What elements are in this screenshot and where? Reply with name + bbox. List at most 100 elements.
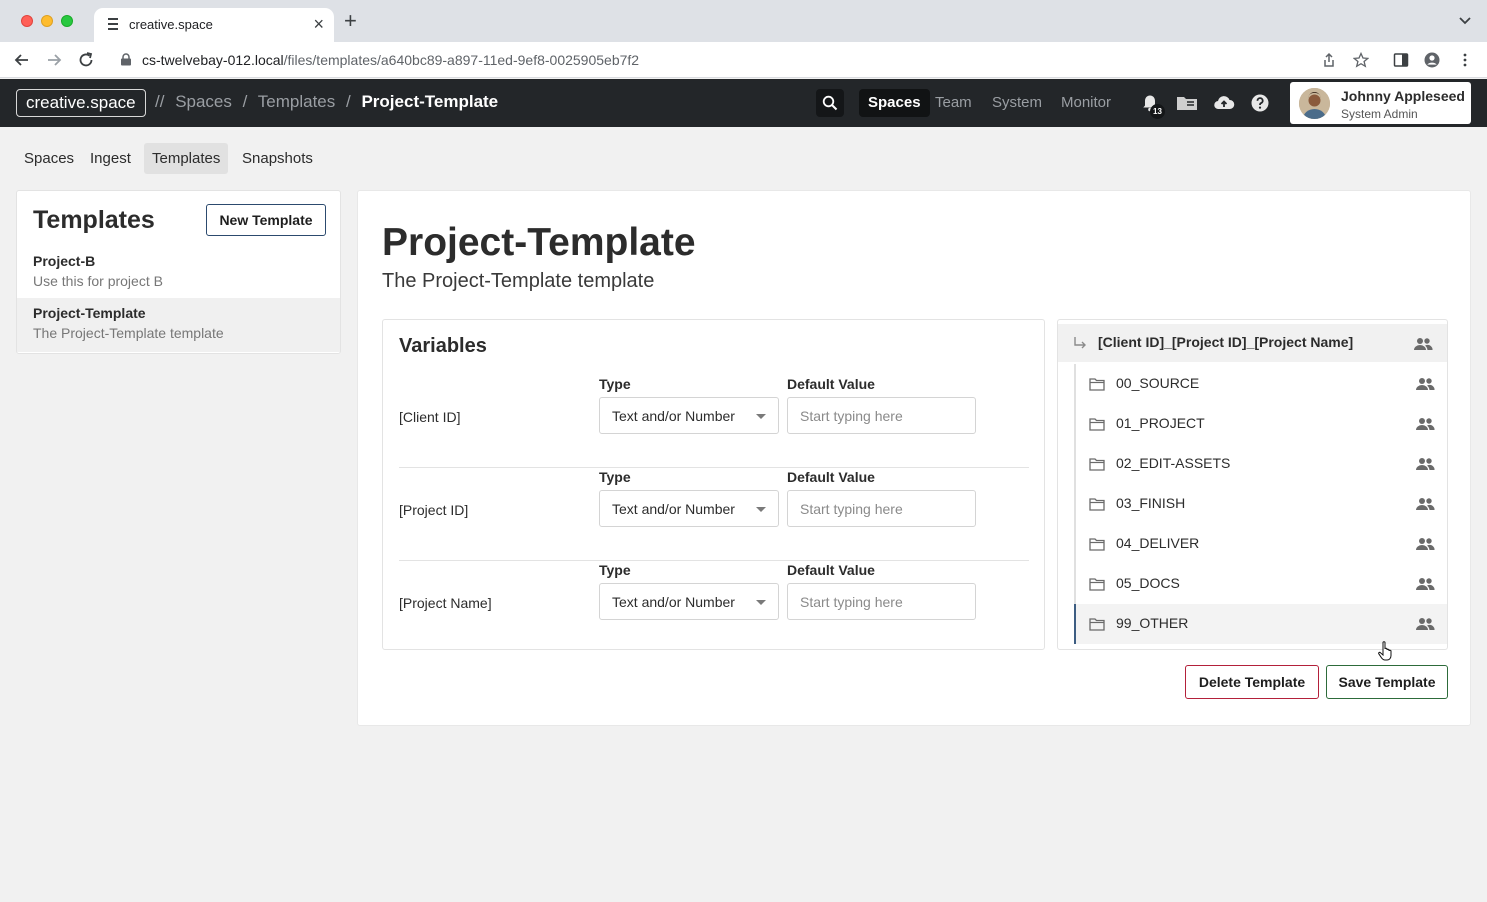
lock-icon[interactable] [120,53,132,66]
variable-name: [Project Name] [399,595,492,611]
tree-folder-item[interactable]: 04_DELIVER [1074,524,1447,564]
templates-sidebar: Templates New Template Project-B Use thi… [16,190,341,354]
browser-tab[interactable]: creative.space × [94,8,334,42]
breadcrumb-spaces[interactable]: Spaces [175,92,232,111]
user-role: System Admin [1341,107,1418,121]
folder-icon [1089,498,1105,511]
breadcrumb-templates[interactable]: Templates [258,92,335,111]
browser-menu-icon[interactable] [1457,52,1473,68]
variable-name: [Client ID] [399,409,461,425]
default-value-input[interactable] [787,490,976,527]
default-value-label: Default Value [787,469,875,485]
tree-folder-item[interactable]: 99_OTHER [1074,604,1447,644]
default-value-label: Default Value [787,562,875,578]
variable-name: [Project ID] [399,502,469,518]
template-name: Project-B [33,253,96,269]
breadcrumb-current: Project-Template [361,92,499,111]
permissions-people-icon[interactable] [1415,537,1435,551]
hand-pointer-cursor-icon [1378,641,1392,661]
folder-icon [1089,618,1105,631]
subnav-spaces[interactable]: Spaces [16,143,82,174]
share-icon[interactable] [1321,52,1337,68]
folder-icon [1089,578,1105,591]
close-window-button[interactable] [21,15,33,27]
permissions-people-icon[interactable] [1415,617,1435,631]
app-logo[interactable]: creative.space [16,89,146,117]
url-path: /files/templates/a640bc89-a897-11ed-9ef8… [283,52,640,68]
user-name: Johnny Appleseed [1341,88,1465,104]
user-menu[interactable]: Johnny Appleseed System Admin [1290,82,1471,124]
breadcrumb-prefix: // [155,92,165,111]
breadcrumb-separator: / [242,92,248,111]
template-item-project-b[interactable]: Project-B Use this for project B [17,246,340,300]
default-value-input[interactable] [787,397,976,434]
permissions-people-icon[interactable] [1415,377,1435,391]
tree-root-item[interactable]: [Client ID]_[Project ID]_[Project Name] [1058,324,1447,362]
permissions-people-icon[interactable] [1415,417,1435,431]
tree-folder-item[interactable]: 01_PROJECT [1074,404,1447,444]
avatar [1299,88,1330,119]
browser-tab-strip: creative.space × + [0,0,1487,42]
url-text[interactable]: cs-twelvebay-012.local/files/templates/a… [142,52,639,68]
tab-title: creative.space [129,17,213,32]
back-icon[interactable] [12,50,32,70]
cloud-upload-icon[interactable] [1213,93,1235,113]
side-panel-icon[interactable] [1393,52,1409,68]
folder-icon [1089,418,1105,431]
caret-down-icon [756,414,766,419]
type-select[interactable]: Text and/or Number [599,490,779,527]
tree-folder-item[interactable]: 02_EDIT-ASSETS [1074,444,1447,484]
permissions-people-icon[interactable] [1415,577,1435,591]
new-tab-icon[interactable]: + [344,10,357,32]
breadcrumb: // Spaces / Templates / Project-Template [155,92,498,112]
new-template-button[interactable]: New Template [206,204,326,236]
minimize-window-button[interactable] [41,15,53,27]
subdirectory-arrow-icon [1074,337,1086,349]
help-icon[interactable] [1250,93,1270,113]
nav-monitor[interactable]: Monitor [1052,89,1120,117]
nav-system[interactable]: System [983,89,1051,117]
caret-down-icon [756,600,766,605]
folder-browse-icon[interactable] [1176,93,1198,113]
search-button[interactable] [816,89,844,117]
type-select-value: Text and/or Number [612,501,735,517]
template-name: Project-Template [33,305,146,321]
delete-template-button[interactable]: Delete Template [1185,665,1319,699]
permissions-people-icon[interactable] [1415,497,1435,511]
type-label: Type [599,469,631,485]
caret-down-icon [756,507,766,512]
permissions-people-icon[interactable] [1413,337,1433,351]
profile-icon[interactable] [1424,52,1440,68]
nav-spaces[interactable]: Spaces [859,89,930,117]
type-select[interactable]: Text and/or Number [599,397,779,434]
maximize-window-button[interactable] [61,15,73,27]
tree-folder-item[interactable]: 03_FINISH [1074,484,1447,524]
subnav-ingest[interactable]: Ingest [82,143,139,174]
save-template-button[interactable]: Save Template [1326,665,1448,699]
breadcrumb-separator: / [346,92,351,111]
tree-folder-item[interactable]: 00_SOURCE [1074,364,1447,404]
tree-folder-label: 99_OTHER [1116,615,1189,631]
variable-row-client-id: [Client ID] Type Default Value Text and/… [399,375,1029,468]
variables-title: Variables [399,335,487,357]
permissions-people-icon[interactable] [1415,457,1435,471]
address-bar[interactable]: cs-twelvebay-012.local/files/templates/a… [108,46,1380,74]
type-select[interactable]: Text and/or Number [599,583,779,620]
browser-toolbar: cs-twelvebay-012.local/files/templates/a… [0,42,1487,78]
nav-team[interactable]: Team [926,89,981,117]
tab-search-chevron-icon[interactable] [1457,12,1473,28]
sidebar-title: Templates [33,206,155,234]
default-value-input[interactable] [787,583,976,620]
type-select-value: Text and/or Number [612,408,735,424]
subnav-snapshots[interactable]: Snapshots [234,143,321,174]
tab-close-icon[interactable]: × [313,14,324,34]
template-item-project-template[interactable]: Project-Template The Project-Template te… [17,298,340,352]
tree-folder-item[interactable]: 05_DOCS [1074,564,1447,604]
favicon-icon [108,18,120,32]
reload-icon[interactable] [76,50,96,70]
subnav-templates[interactable]: Templates [144,143,229,174]
template-editor: Project-Template The Project-Template te… [357,190,1471,726]
bookmark-star-icon[interactable] [1353,52,1369,68]
forward-icon[interactable] [44,50,64,70]
tree-folder-label: 00_SOURCE [1116,375,1200,391]
